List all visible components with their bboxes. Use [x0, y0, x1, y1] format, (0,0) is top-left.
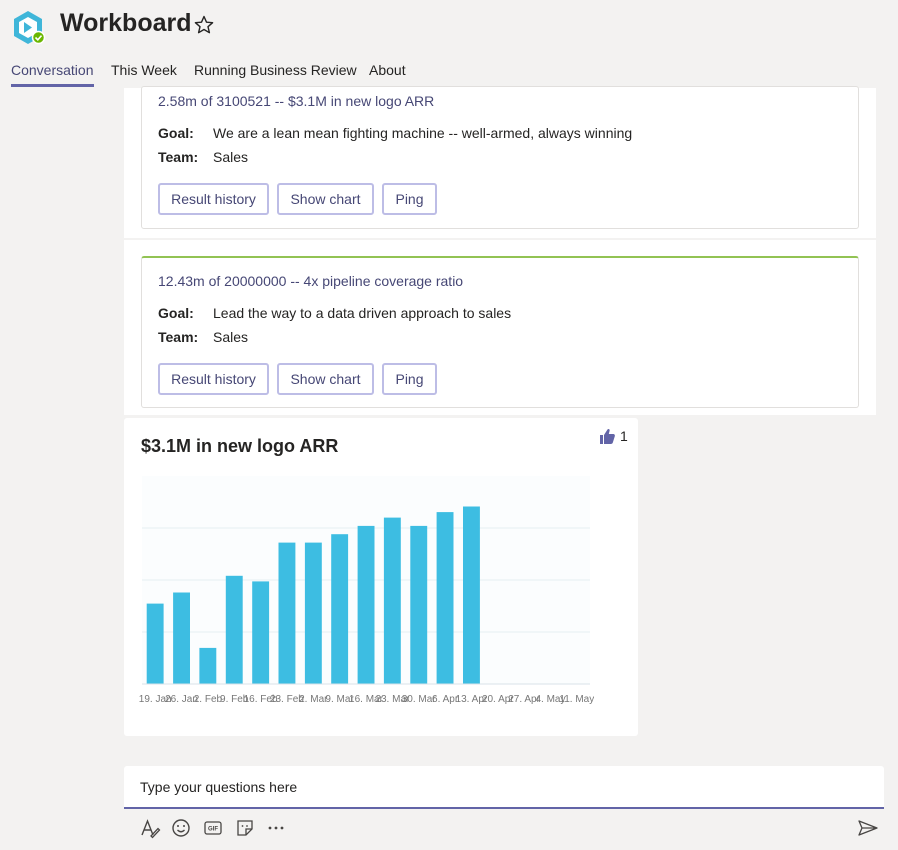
send-icon[interactable] [856, 816, 880, 840]
team-label: Team: [158, 149, 199, 165]
favorite-star-icon[interactable] [193, 14, 215, 36]
chart-bar[interactable] [252, 581, 270, 684]
chart-bar[interactable] [173, 592, 190, 685]
message-panel: 12.43m of 20000000 -- 4x pipeline covera… [124, 240, 876, 415]
bar-chart: 19. Jan26. Jan2. Feb9. Feb16. Feb23. Feb… [139, 476, 594, 705]
thumbs-up-icon [600, 429, 615, 444]
chart-bar[interactable] [304, 542, 322, 684]
message-input[interactable] [124, 766, 884, 807]
tab-about[interactable]: About [369, 62, 406, 84]
team-text: Sales [213, 149, 249, 165]
card-headline[interactable]: 12.43m of 20000000 -- 4x pipeline covera… [158, 273, 463, 289]
gif-icon[interactable]: GIF [201, 816, 225, 840]
chart-title: $3.1M in new logo ARR [141, 436, 339, 456]
chart-bar[interactable] [146, 603, 164, 684]
chart-bar[interactable] [357, 525, 375, 684]
more-options-icon[interactable] [264, 816, 288, 840]
like-reaction[interactable]: 1 [598, 427, 632, 447]
show-chart-button[interactable]: Show chart [277, 183, 374, 215]
compose-box[interactable] [124, 766, 884, 809]
tab-this-week[interactable]: This Week [111, 62, 177, 84]
card-headline[interactable]: 2.58m of 3100521 -- $3.1M in new logo AR… [158, 93, 434, 109]
like-count: 1 [620, 428, 628, 444]
goal-text: Lead the way to a data driven approach t… [213, 305, 512, 321]
chart-bar[interactable] [410, 525, 428, 684]
chart-bar[interactable] [199, 647, 217, 684]
workboard-logo-icon [14, 11, 46, 45]
team-text: Sales [213, 329, 249, 345]
message-panel: 2.58m of 3100521 -- $3.1M in new logo AR… [124, 86, 876, 238]
tab-conversation[interactable]: Conversation [11, 62, 94, 87]
x-tick-label: 2. Mar [299, 694, 328, 705]
result-history-button[interactable]: Result history [158, 363, 269, 395]
chart-bar[interactable] [463, 506, 480, 685]
ping-button[interactable]: Ping [382, 363, 437, 395]
chart-bar[interactable] [436, 512, 454, 684]
compose-toolbar: GIF [124, 814, 884, 840]
goal-card: 12.43m of 20000000 -- 4x pipeline covera… [141, 256, 859, 408]
chart-message: $3.1M in new logo ARR 1 19. Jan 26. Jan 2.… [124, 418, 638, 736]
svg-text:GIF: GIF [208, 827, 218, 833]
x-tick-label: 2. Feb [194, 694, 223, 705]
chart-bar[interactable] [225, 575, 243, 684]
team-label: Team: [158, 329, 199, 345]
app-title: Workboard [60, 9, 192, 37]
goal-label: Goal: [158, 305, 194, 321]
x-tick-label: 11. May [559, 694, 594, 705]
chart-bar[interactable] [278, 542, 296, 684]
format-icon[interactable] [138, 816, 162, 840]
emoji-icon[interactable] [169, 816, 193, 840]
result-history-button[interactable]: Result history [158, 183, 269, 215]
app-header: Workboard Conversation This Week Running… [0, 0, 898, 88]
chart-bar[interactable] [331, 534, 349, 684]
tab-running-business-review[interactable]: Running Business Review [194, 62, 357, 84]
sticker-icon[interactable] [233, 816, 257, 840]
goal-card: 2.58m of 3100521 -- $3.1M in new logo AR… [141, 86, 859, 229]
goal-text: We are a lean mean fighting machine -- w… [213, 125, 633, 141]
goal-label: Goal: [158, 125, 194, 141]
ping-button[interactable]: Ping [382, 183, 437, 215]
show-chart-button[interactable]: Show chart [277, 363, 374, 395]
chart-bar[interactable] [383, 517, 401, 684]
